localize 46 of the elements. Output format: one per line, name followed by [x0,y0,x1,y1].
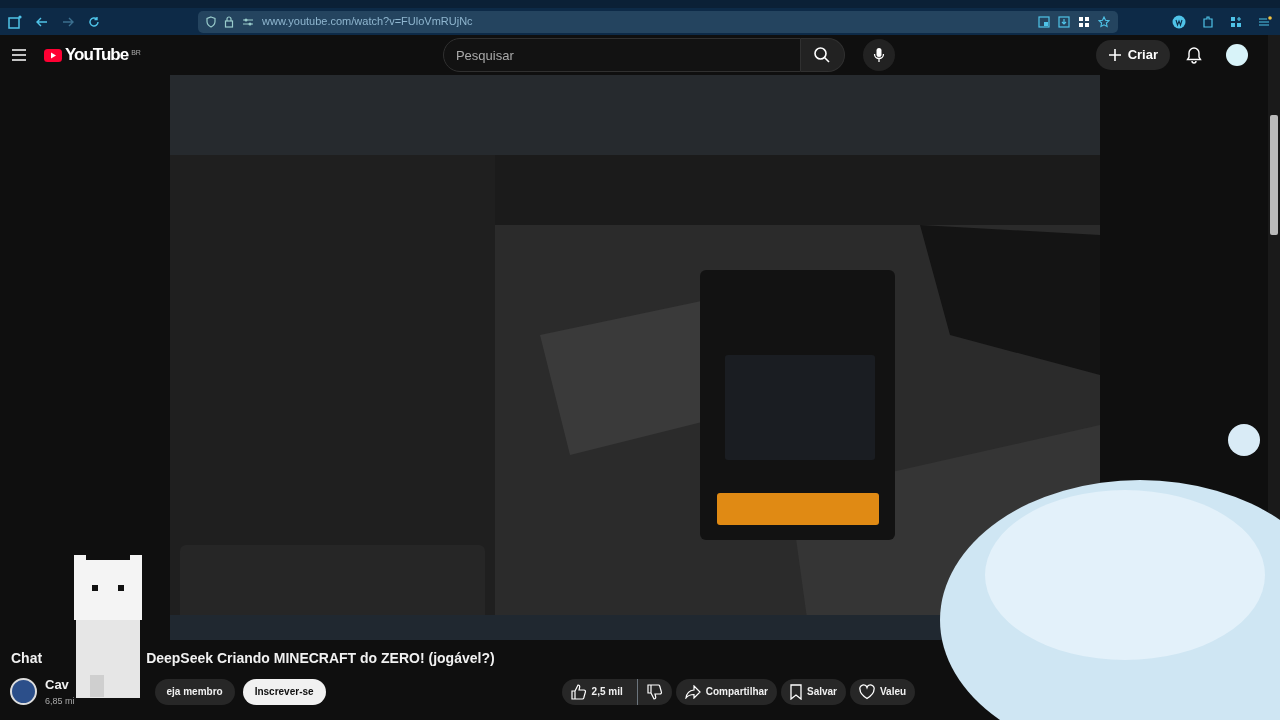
video-title: DeepSeek Criando MINECRAFT do ZERO! (jogável?) [146,649,495,668]
address-bar[interactable]: www.youtube.com/watch?v=FUloVmRUjNc [198,10,1118,33]
extensions-icon[interactable] [1202,14,1214,29]
url-text: www.youtube.com/watch?v=FUloVmRUjNc [262,14,473,30]
subscribe-button[interactable]: Inscrever-se [242,678,326,705]
save-button[interactable]: Salvar [780,678,846,705]
back-icon[interactable] [36,15,48,28]
like-button[interactable]: 2,5 mil [561,678,632,705]
plus-icon [1107,48,1122,62]
bookmark-icon [789,683,802,700]
download-icon[interactable] [1058,15,1070,28]
forward-icon[interactable] [62,15,74,28]
bell-icon[interactable] [1186,46,1202,64]
picture-in-picture-icon[interactable] [1038,15,1050,28]
user-avatar[interactable] [1226,44,1248,66]
sliders-icon[interactable] [242,16,254,27]
sidebar-icon[interactable] [8,14,22,29]
star-icon[interactable] [1098,15,1110,28]
thanks-button[interactable]: Valeu [850,678,916,705]
search-field[interactable]: Pesquisar [442,38,801,72]
subscriber-count: 6,85 mi [45,694,75,708]
video-title: Chat [11,649,43,668]
microphone-button[interactable] [862,39,895,71]
search-button[interactable] [800,38,845,72]
share-button[interactable]: Compartilhar [675,678,777,705]
shield-icon [206,15,216,28]
scrollbar-thumb[interactable] [1270,115,1278,235]
reload-icon[interactable] [88,15,100,28]
grid-icon[interactable] [1078,15,1090,28]
share-icon [684,684,701,699]
grid-icon[interactable] [1230,15,1242,28]
channel-avatar[interactable] [10,678,37,705]
microphone-icon [872,47,885,63]
menu-icon[interactable] [1258,15,1272,28]
menu-icon[interactable] [12,49,26,61]
search-icon [813,46,832,64]
join-button[interactable]: eja membro [154,678,235,705]
create-button[interactable]: Criar [1095,40,1170,70]
lock-icon [224,15,234,28]
heart-icon [859,683,875,700]
thumbs-down-icon [646,683,663,700]
channel-name[interactable]: Cav [45,675,71,695]
profile-icon[interactable] [1172,14,1186,29]
thumbs-up-icon [570,683,587,700]
play-logo-icon [44,48,62,62]
logo-text[interactable]: YouTube [65,42,129,68]
